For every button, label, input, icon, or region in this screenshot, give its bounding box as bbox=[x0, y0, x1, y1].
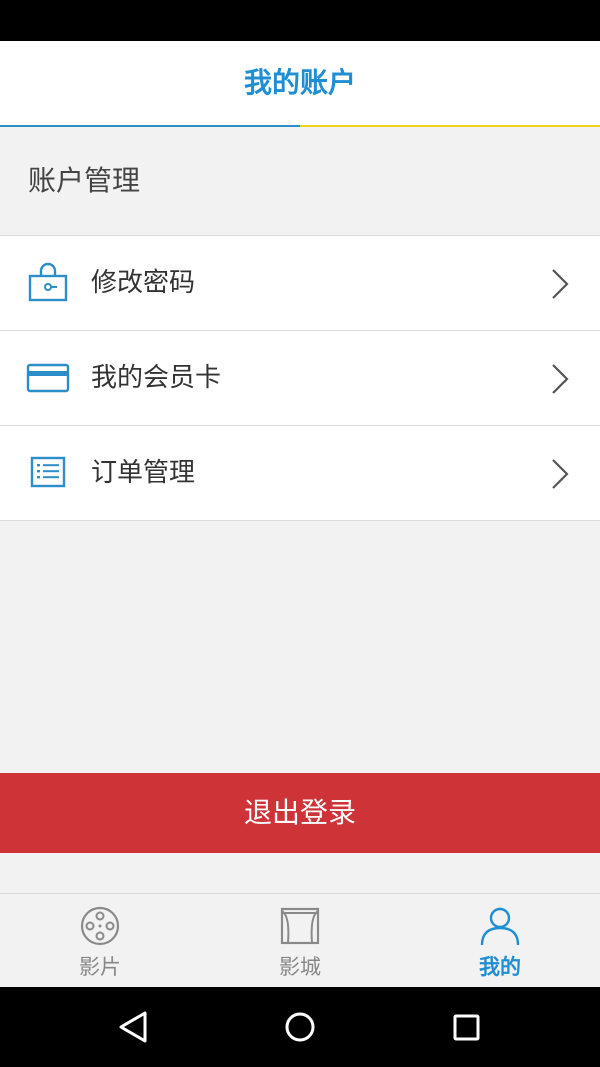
list-icon bbox=[30, 456, 66, 488]
menu-item-label: 修改密码 bbox=[91, 268, 196, 298]
account-menu: 修改密码 我的会员卡 订单管理 bbox=[0, 235, 600, 521]
tab-films[interactable]: 影片 bbox=[0, 894, 200, 987]
tab-label: 影城 bbox=[279, 955, 321, 979]
user-icon bbox=[480, 907, 520, 946]
menu-item-change-password[interactable]: 修改密码 bbox=[0, 236, 600, 331]
tab-cinemas[interactable]: 影城 bbox=[200, 894, 400, 987]
menu-item-membership-card[interactable]: 我的会员卡 bbox=[0, 331, 600, 426]
bottom-tab-bar: 影片 影城 我的 bbox=[0, 893, 600, 987]
section-title: 账户管理 bbox=[28, 164, 141, 197]
lock-bag-icon bbox=[28, 262, 68, 302]
status-bar bbox=[0, 0, 600, 41]
credit-card-icon bbox=[26, 363, 70, 393]
tab-label: 影片 bbox=[79, 955, 121, 979]
menu-item-order-management[interactable]: 订单管理 bbox=[0, 426, 600, 521]
back-icon[interactable] bbox=[93, 987, 173, 1067]
film-reel-icon bbox=[80, 906, 120, 946]
android-nav-bar bbox=[0, 987, 600, 1067]
tab-mine[interactable]: 我的 bbox=[400, 894, 600, 987]
tab-label: 我的 bbox=[479, 955, 521, 979]
menu-item-label: 我的会员卡 bbox=[91, 363, 222, 393]
recent-apps-icon[interactable] bbox=[426, 987, 506, 1067]
page-title: 我的账户 bbox=[243, 66, 356, 99]
chevron-right-icon bbox=[552, 364, 569, 394]
header: 我的账户 bbox=[0, 41, 600, 127]
chevron-right-icon bbox=[552, 269, 569, 299]
header-underline-accent bbox=[300, 125, 600, 127]
logout-button[interactable]: 退出登录 bbox=[0, 773, 600, 853]
menu-item-label: 订单管理 bbox=[91, 458, 196, 488]
chevron-right-icon bbox=[552, 459, 569, 489]
home-icon[interactable] bbox=[260, 987, 340, 1067]
cinema-icon bbox=[280, 907, 320, 945]
